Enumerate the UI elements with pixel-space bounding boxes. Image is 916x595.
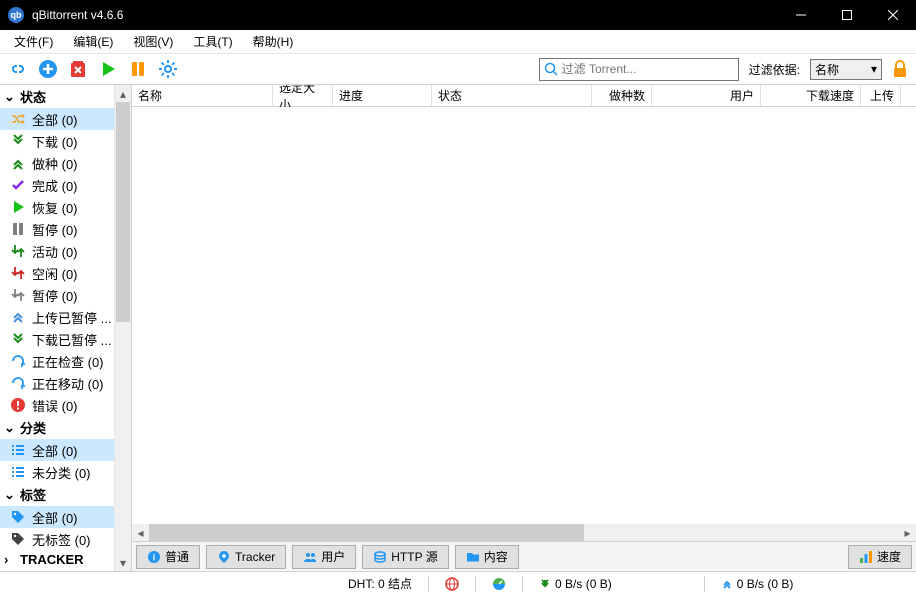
- status-item[interactable]: 活动 (0): [0, 240, 114, 262]
- filter-by-combo[interactable]: 名称 ▾: [810, 59, 882, 80]
- close-button[interactable]: [870, 0, 916, 30]
- tab-tracker[interactable]: Tracker: [206, 545, 286, 569]
- column-header[interactable]: 做种数: [592, 85, 652, 106]
- pause-icon: [10, 221, 26, 237]
- status-item[interactable]: 下载 (0): [0, 130, 114, 152]
- refresh-icon: [10, 375, 26, 391]
- column-header[interactable]: 进度: [333, 85, 432, 106]
- refresh-icon: [10, 353, 26, 369]
- status-item[interactable]: 错误 (0): [0, 394, 114, 416]
- chevron-down-icon: ⌄: [4, 420, 16, 436]
- horizontal-scrollbar[interactable]: ◂ ▸: [132, 524, 916, 541]
- add-link-button[interactable]: [6, 57, 30, 81]
- list-icon: [10, 464, 26, 480]
- filter-searchbox[interactable]: [539, 58, 739, 81]
- transfer-icon: [10, 243, 26, 259]
- settings-button[interactable]: [156, 57, 180, 81]
- section-status[interactable]: ⌄状态: [0, 85, 114, 108]
- filter-by-label: 过滤依据:: [749, 61, 800, 78]
- status-item[interactable]: 完成 (0): [0, 174, 114, 196]
- pause-button[interactable]: [126, 57, 150, 81]
- column-header[interactable]: 上传: [861, 85, 901, 106]
- list-icon: [10, 442, 26, 458]
- status-alt-speed-icon[interactable]: [492, 577, 506, 591]
- menu-help[interactable]: 帮助(H): [243, 30, 304, 53]
- status-item[interactable]: 暂停 (0): [0, 284, 114, 306]
- app-logo-icon: qb: [8, 7, 24, 23]
- status-download[interactable]: 0 B/s (0 B): [539, 577, 612, 591]
- minimize-button[interactable]: [778, 0, 824, 30]
- resume-button[interactable]: [96, 57, 120, 81]
- tag-item[interactable]: 无标签 (0): [0, 528, 114, 550]
- statusbar: DHT: 0 结点 0 B/s (0 B) 0 B/s (0 B): [0, 571, 916, 595]
- status-item[interactable]: 全部 (0): [0, 108, 114, 130]
- menu-tools[interactable]: 工具(T): [183, 30, 242, 53]
- tag-icon: [10, 531, 26, 547]
- table-body: [132, 107, 916, 524]
- column-header[interactable]: 名称: [132, 85, 273, 106]
- category-item[interactable]: 未分类 (0): [0, 461, 114, 483]
- dbl-up-icon: [10, 309, 26, 325]
- section-tags[interactable]: ⌄标签: [0, 483, 114, 506]
- status-item[interactable]: 上传已暂停 ...: [0, 306, 114, 328]
- tab-general[interactable]: i普通: [136, 545, 200, 569]
- column-header[interactable]: 选定大小: [273, 85, 333, 106]
- tag-icon: [10, 509, 26, 525]
- toolbar: 过滤依据: 名称 ▾: [0, 54, 916, 85]
- column-header[interactable]: 状态: [432, 85, 592, 106]
- chevron-right-icon: ›: [4, 552, 16, 567]
- column-header[interactable]: 用户: [652, 85, 761, 106]
- window-title: qBittorrent v4.6.6: [32, 8, 778, 22]
- status-dht: DHT: 0 结点: [348, 575, 412, 592]
- status-item[interactable]: 恢复 (0): [0, 196, 114, 218]
- status-item[interactable]: 正在检查 (0): [0, 350, 114, 372]
- menu-edit[interactable]: 编辑(E): [63, 30, 123, 53]
- sidebar-scrollbar[interactable]: ▴ ▾: [114, 85, 131, 571]
- tab-speed[interactable]: 速度: [848, 545, 912, 569]
- svg-text:i: i: [153, 552, 156, 562]
- sidebar: ⌄状态 全部 (0)下载 (0)做种 (0)完成 (0)恢复 (0)暂停 (0)…: [0, 85, 132, 571]
- tab-http[interactable]: HTTP 源: [362, 545, 448, 569]
- menu-view[interactable]: 视图(V): [123, 30, 183, 53]
- column-header[interactable]: 下载速度: [761, 85, 861, 106]
- chevron-down-icon: ▾: [871, 62, 877, 76]
- tab-peers[interactable]: 用户: [292, 545, 356, 569]
- category-item[interactable]: 全部 (0): [0, 439, 114, 461]
- status-item[interactable]: 暂停 (0): [0, 218, 114, 240]
- status-upload[interactable]: 0 B/s (0 B): [721, 577, 794, 591]
- menubar: 文件(F) 编辑(E) 视图(V) 工具(T) 帮助(H): [0, 30, 916, 54]
- content-area: 名称选定大小进度状态做种数用户下载速度上传 ◂ ▸ i普通 Tracker 用户…: [132, 85, 916, 571]
- maximize-button[interactable]: [824, 0, 870, 30]
- lock-icon[interactable]: [890, 59, 910, 79]
- play-icon: [10, 199, 26, 215]
- tab-content[interactable]: 内容: [455, 545, 519, 569]
- detail-tabs: i普通 Tracker 用户 HTTP 源 内容 速度: [132, 541, 916, 571]
- transfer-icon: [10, 287, 26, 303]
- chevron-down-icon: ⌄: [4, 487, 16, 503]
- section-category[interactable]: ⌄分类: [0, 416, 114, 439]
- error-icon: [10, 397, 26, 413]
- download-icon: [10, 133, 26, 149]
- section-tracker[interactable]: ›TRACKER: [0, 550, 114, 569]
- shuffle-icon: [10, 111, 26, 127]
- search-icon: [544, 62, 558, 76]
- menu-file[interactable]: 文件(F): [4, 30, 63, 53]
- status-item[interactable]: 下载已暂停 ...: [0, 328, 114, 350]
- status-item[interactable]: 正在移动 (0): [0, 372, 114, 394]
- table-header: 名称选定大小进度状态做种数用户下载速度上传: [132, 85, 916, 107]
- tag-item[interactable]: 全部 (0): [0, 506, 114, 528]
- combo-value: 名称: [815, 61, 839, 78]
- check-icon: [10, 177, 26, 193]
- add-torrent-button[interactable]: [36, 57, 60, 81]
- dbl-down-icon: [10, 331, 26, 347]
- upload-icon: [10, 155, 26, 171]
- status-firewall-icon[interactable]: [445, 577, 459, 591]
- chevron-down-icon: ⌄: [4, 89, 16, 105]
- transfer-icon: [10, 265, 26, 281]
- status-item[interactable]: 做种 (0): [0, 152, 114, 174]
- titlebar: qb qBittorrent v4.6.6: [0, 0, 916, 30]
- search-input[interactable]: [562, 62, 734, 76]
- status-item[interactable]: 空闲 (0): [0, 262, 114, 284]
- delete-button[interactable]: [66, 57, 90, 81]
